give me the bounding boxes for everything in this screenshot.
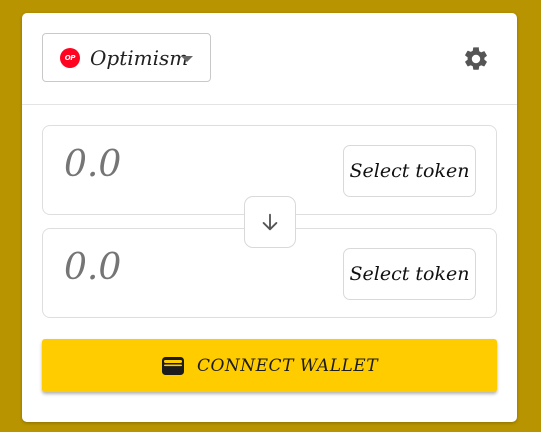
network-selector[interactable]: OP Optimism <box>42 33 211 82</box>
swap-card: OP Optimism Select token Select token CO… <box>22 13 517 422</box>
wallet-icon <box>161 356 184 375</box>
connect-wallet-label: CONNECT WALLET <box>196 355 379 376</box>
to-select-token-button[interactable]: Select token <box>343 248 476 300</box>
from-amount-input[interactable] <box>64 144 314 185</box>
to-amount-input[interactable] <box>64 247 314 288</box>
card-header: OP Optimism <box>22 13 517 105</box>
chevron-down-icon <box>181 56 193 62</box>
swap-direction-button[interactable] <box>244 196 296 248</box>
from-select-token-button[interactable]: Select token <box>343 145 476 197</box>
connect-wallet-button[interactable]: CONNECT WALLET <box>42 339 497 392</box>
network-label: Optimism <box>90 45 189 70</box>
gear-icon[interactable] <box>462 45 490 73</box>
optimism-logo-icon: OP <box>60 47 80 68</box>
arrow-down-icon <box>262 213 278 231</box>
